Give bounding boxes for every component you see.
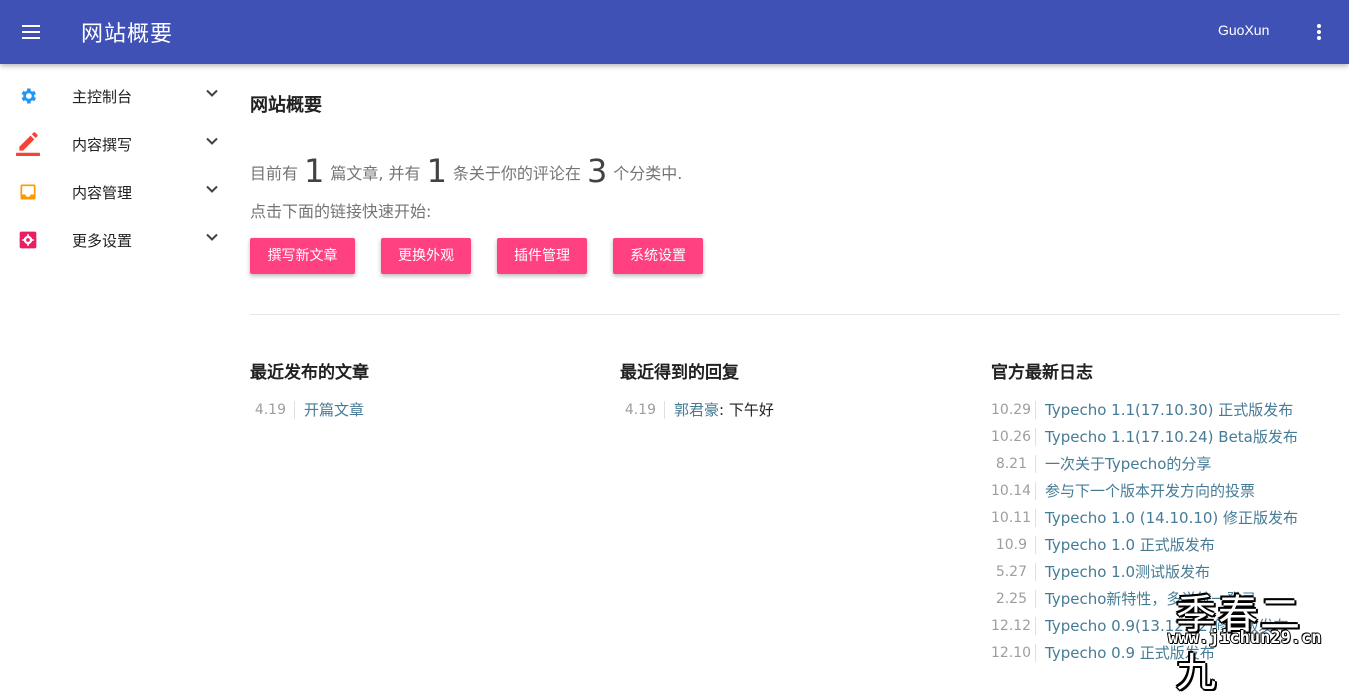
list-item: 10.14 参与下一个版本开发方向的投票 — [991, 477, 1331, 504]
sidebar-item-label: 内容撰写 — [72, 136, 133, 154]
log-date: 8.21 — [991, 454, 1036, 473]
list-item: 4.19 郭君豪: 下午好 — [620, 396, 960, 423]
log-date: 2.25 — [991, 589, 1036, 608]
gear-icon — [21, 88, 36, 104]
inbox-icon — [20, 184, 36, 200]
sidebar-item-label: 内容管理 — [72, 184, 133, 202]
log-link[interactable]: Typecho 1.0 正式版发布 — [1036, 534, 1215, 555]
page-title: 网站概要 — [250, 95, 322, 116]
sidebar-item-settings[interactable]: 更多设置 — [0, 216, 230, 264]
comment-date: 4.19 — [620, 400, 665, 419]
category-count: 3 — [586, 152, 608, 190]
app-title: 网站概要 — [81, 22, 174, 47]
log-date: 10.26 — [991, 427, 1036, 446]
log-link[interactable]: Typecho 1.1(17.10.30) 正式版发布 — [1036, 399, 1293, 420]
app-bar: 网站概要 GuoXun — [0, 0, 1349, 64]
sidebar-item-write[interactable]: 内容撰写 — [0, 120, 230, 168]
log-date: 10.14 — [991, 481, 1036, 500]
log-link[interactable]: Typecho 0.9(13.12.12)修正版发布 — [1036, 615, 1289, 636]
list-item: 4.19 开篇文章 — [250, 396, 590, 423]
log-link[interactable]: Typecho 0.9 正式版发布 — [1036, 642, 1215, 663]
log-date: 10.29 — [991, 400, 1036, 419]
log-date: 10.11 — [991, 508, 1036, 527]
stats-text: 条关于你的评论在 — [452, 164, 581, 183]
stats-summary: 目前有 1 篇文章, 并有 1 条关于你的评论在 3 个分类中. — [250, 152, 682, 190]
post-count: 1 — [304, 152, 325, 190]
list-item: 2.25 Typecho新特性，多说统一登录 — [991, 585, 1331, 612]
list-item: 12.10 Typecho 0.9 正式版发布 — [991, 639, 1331, 666]
divider — [250, 314, 1340, 315]
settings-box-icon — [19, 231, 37, 249]
pencil-icon — [16, 132, 40, 156]
comment-count: 1 — [426, 152, 447, 190]
log-link[interactable]: Typecho 1.1(17.10.24) Beta版发布 — [1036, 426, 1298, 447]
stats-text: 篇文章, 并有 — [330, 164, 421, 183]
log-link[interactable]: 一次关于Typecho的分享 — [1036, 453, 1211, 474]
post-date: 4.19 — [250, 400, 295, 419]
log-date: 5.27 — [991, 562, 1036, 581]
log-date: 12.12 — [991, 616, 1036, 635]
stats-text: 个分类中. — [613, 164, 683, 183]
list-item: 10.26 Typecho 1.1(17.10.24) Beta版发布 — [991, 423, 1331, 450]
official-log-panel: 官方最新日志 10.29 Typecho 1.1(17.10.30) 正式版发布 … — [991, 358, 1331, 666]
log-link[interactable]: Typecho 1.0 (14.10.10) 修正版发布 — [1036, 507, 1298, 528]
log-date: 10.9 — [991, 535, 1036, 554]
comment-text: : 下午好 — [719, 401, 774, 419]
list-item: 10.29 Typecho 1.1(17.10.30) 正式版发布 — [991, 396, 1331, 423]
recent-posts-panel: 最近发布的文章 4.19 开篇文章 — [250, 358, 590, 423]
recent-comments-title: 最近得到的回复 — [620, 363, 739, 383]
log-link[interactable]: 参与下一个版本开发方向的投票 — [1036, 480, 1255, 501]
official-log-title: 官方最新日志 — [991, 363, 1093, 383]
stats-text: 目前有 — [250, 164, 299, 183]
quick-start-hint: 点击下面的链接快速开始: — [250, 202, 432, 221]
sidebar-item-dashboard[interactable]: 主控制台 — [0, 72, 230, 120]
sidebar-item-manage[interactable]: 内容管理 — [0, 168, 230, 216]
recent-comments-panel: 最近得到的回复 4.19 郭君豪: 下午好 — [620, 358, 960, 423]
plugin-manage-button[interactable]: 插件管理 — [497, 238, 587, 274]
chevron-down-icon — [206, 137, 218, 145]
list-item: 10.9 Typecho 1.0 正式版发布 — [991, 531, 1331, 558]
user-name-link[interactable]: GuoXun — [1218, 22, 1269, 38]
write-post-button[interactable]: 撰写新文章 — [250, 238, 355, 274]
post-link[interactable]: 开篇文章 — [295, 399, 364, 420]
sidebar: 主控制台 内容撰写 内容管理 更多设置 — [0, 72, 230, 264]
change-theme-button[interactable]: 更换外观 — [381, 238, 471, 274]
list-item: 12.12 Typecho 0.9(13.12.12)修正版发布 — [991, 612, 1331, 639]
log-link[interactable]: Typecho 1.0测试版发布 — [1036, 561, 1210, 582]
list-item: 5.27 Typecho 1.0测试版发布 — [991, 558, 1331, 585]
log-date: 12.10 — [991, 643, 1036, 662]
sidebar-item-label: 主控制台 — [72, 88, 133, 106]
log-link[interactable]: Typecho新特性，多说统一登录 — [1036, 588, 1256, 609]
chevron-down-icon — [206, 89, 218, 97]
menu-icon[interactable] — [20, 22, 44, 42]
recent-posts-title: 最近发布的文章 — [250, 363, 369, 383]
more-vert-icon[interactable] — [1308, 20, 1328, 44]
chevron-down-icon — [206, 185, 218, 193]
system-settings-button[interactable]: 系统设置 — [613, 238, 703, 274]
list-item: 10.11 Typecho 1.0 (14.10.10) 修正版发布 — [991, 504, 1331, 531]
sidebar-item-label: 更多设置 — [72, 232, 133, 250]
chevron-down-icon — [206, 233, 218, 241]
list-item: 8.21 一次关于Typecho的分享 — [991, 450, 1331, 477]
comment-author-link[interactable]: 郭君豪 — [665, 399, 719, 420]
